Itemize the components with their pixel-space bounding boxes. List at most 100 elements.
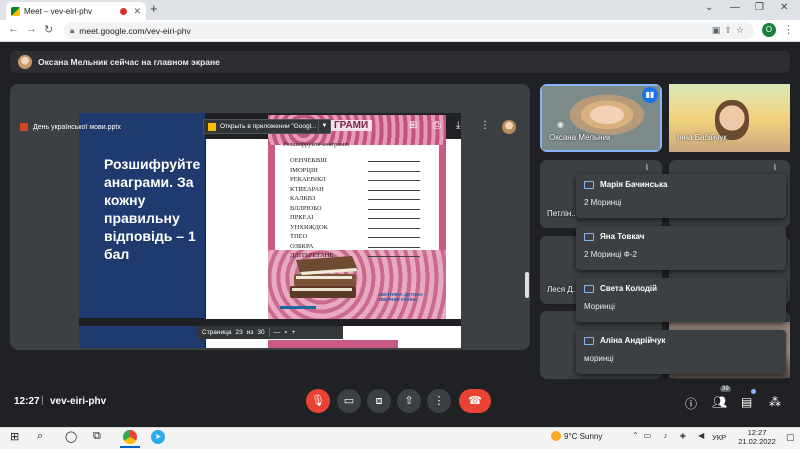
mic-off-icon: ⌇ [645, 163, 649, 172]
mic-off-icon: ⌇ [773, 163, 777, 172]
mic-off-button[interactable]: 🎙︎ [306, 389, 330, 413]
meeting-code: vev-eiri-phv [50, 396, 107, 407]
present-button[interactable]: ⇧ [397, 389, 421, 413]
people-icon[interactable]: 👥︎ [712, 395, 727, 409]
print-icon[interactable]: ⎙ [433, 120, 441, 131]
url-bar[interactable]: 🔒︎ meet.google.com/vev-eiri-phv ▣⇪☆ [64, 22, 754, 39]
floral-next-page [268, 340, 398, 348]
viewer-avatar[interactable] [502, 120, 516, 134]
anagram-row: УНХИЖДОК [290, 223, 420, 233]
omnibox-actions-icon[interactable]: ▣⇪☆ [712, 25, 748, 36]
participant-name: Петлін... [547, 209, 578, 218]
anagram-row: ОЗБКРА [290, 242, 420, 252]
chat-sender: Аліна Андрійчук [600, 336, 666, 345]
system-clock[interactable]: 12:27 21.02.2022 [736, 428, 778, 446]
slide-text: Розшифруйте анаграми. За кожну правильну… [104, 156, 201, 262]
participant-count-badge: 39 [720, 386, 731, 392]
anagram-row: ІМОРЦІН [290, 166, 420, 176]
clock-time: 12:27 [747, 428, 767, 437]
meet-favicon-icon [11, 6, 20, 16]
close-window-button[interactable]: ✕ [780, 2, 788, 13]
browser-tab-meet[interactable]: Meet – vev-eiri-phv ✕ [6, 2, 146, 20]
new-tab-button[interactable]: + [150, 1, 158, 16]
chat-unread-dot [751, 389, 756, 394]
page-current[interactable]: 23 [235, 329, 242, 336]
chat-toast[interactable]: Яна Товкач 2 Моринці Ф-2 [576, 226, 786, 270]
more-options-icon[interactable]: ⋮ [480, 120, 490, 131]
camera-button[interactable]: ▭ [337, 389, 361, 413]
zoom-out-button[interactable]: — [274, 329, 281, 336]
chrome-taskbar-icon[interactable] [123, 430, 137, 444]
chat-icon[interactable]: ▤ [741, 395, 752, 409]
telegram-taskbar-icon[interactable]: ➤ [151, 430, 165, 444]
zoom-in-button[interactable]: + [292, 329, 296, 336]
books-illustration [290, 256, 358, 298]
weather-widget[interactable]: 9°C Sunny [564, 432, 602, 441]
separator: | [41, 395, 44, 406]
browser-menu-icon[interactable]: ⋮ [783, 23, 794, 36]
task-view-icon[interactable]: ⧉ [93, 430, 101, 443]
anagram-list: ОЕНЧЕКВШ ІМОРЦІН РЕКАЕВІКЛ КТИЕАРАН КАЛК… [290, 156, 420, 261]
chat-message-icon [584, 284, 594, 293]
profile-avatar[interactable]: O [762, 23, 776, 37]
chat-message: моринці [584, 354, 614, 363]
open-with-label: Открыть в приложении "Googl... [220, 123, 317, 130]
slides-app-icon [208, 122, 216, 131]
chat-sender: Марія Бачинська [600, 180, 668, 189]
sun-icon [551, 431, 561, 441]
pin-icon[interactable]: ◉ [557, 120, 564, 129]
page-of: из [246, 329, 254, 336]
lock-icon: 🔒︎ [70, 25, 75, 35]
chat-sender: Света Колодій [600, 284, 658, 293]
input-language[interactable]: УКР [712, 433, 726, 442]
tab-close-icon[interactable]: ✕ [133, 6, 141, 17]
more-options-button[interactable]: ⋮ [427, 389, 451, 413]
system-tray-icon[interactable]: ⌃▭ ♪ ◈ ◀ [632, 431, 709, 440]
download-icon[interactable]: ⤓ [456, 120, 460, 131]
page-navigator: Страница 23 из 30 — ⌕ + [197, 326, 343, 339]
windows-start-icon[interactable]: ⊞ [10, 430, 19, 443]
slide-panel-lower [79, 326, 205, 348]
tab-search-icon[interactable]: ⌄ [705, 2, 713, 13]
participant-name: Оксана Мельник [549, 133, 611, 142]
chat-message-icon [584, 232, 594, 241]
activities-icon[interactable]: ⁂ [769, 395, 781, 409]
captions-button[interactable]: ⧈ [367, 389, 391, 413]
chat-sender: Яна Товкач [600, 232, 645, 241]
pptx-file-icon [20, 123, 28, 131]
anagram-row: КТИЕАРАН [290, 185, 420, 195]
anagram-row: ВЛЛРЮБО [290, 204, 420, 214]
cortana-icon[interactable]: ◯ [65, 430, 77, 443]
notification-icon[interactable]: ▢ [786, 432, 795, 443]
clock-date: 21.02.2022 [738, 437, 776, 446]
maximize-button[interactable]: ❐ [755, 2, 764, 13]
minimize-button[interactable]: — [730, 2, 740, 13]
search-icon[interactable]: ⌕ [37, 430, 43, 443]
url-text: meet.google.com/vev-eiri-phv [79, 25, 191, 36]
chat-toast[interactable]: Аліна Андрійчук моринці [576, 330, 786, 374]
zoom-icon[interactable]: ⌕ [284, 329, 288, 337]
anagram-row: ТПЕО [290, 232, 420, 242]
temperature: 9°C [564, 432, 578, 441]
back-arrow-icon[interactable]: ← [8, 23, 19, 35]
meeting-time: 12:27 [14, 396, 40, 407]
add-comment-icon[interactable]: ⊞ [409, 120, 417, 131]
scrollbar-thumb[interactable] [525, 272, 529, 298]
chat-toast[interactable]: Света Колодій Моринці [576, 278, 786, 322]
chat-message-icon [584, 336, 594, 345]
chat-toast[interactable]: Марія Бачинська 2 Моринці [576, 174, 786, 218]
tab-title: Meet – vev-eiri-phv [24, 6, 93, 16]
chevron-down-icon[interactable]: ▼ [318, 120, 330, 133]
chat-message: 2 Моринці [584, 198, 622, 207]
recording-dot-icon [120, 7, 128, 15]
presenter-avatar [18, 55, 32, 69]
forward-arrow-icon[interactable]: → [26, 23, 37, 35]
open-with-app-button[interactable]: Открыть в приложении "Googl... ▼ [203, 119, 331, 134]
end-call-button[interactable]: ☎︎ [459, 389, 491, 413]
info-icon[interactable]: ⓘ [685, 395, 697, 412]
participant-name: Леся Д... [547, 285, 580, 294]
weather-condition: Sunny [579, 432, 603, 441]
reload-icon[interactable]: ↻ [44, 23, 53, 36]
publisher-logo: ЗВЕТНЯНА ДИТИНА ЗВЕРНЯЯ КРАЇНА [378, 292, 423, 302]
chat-message-icon [584, 180, 594, 189]
